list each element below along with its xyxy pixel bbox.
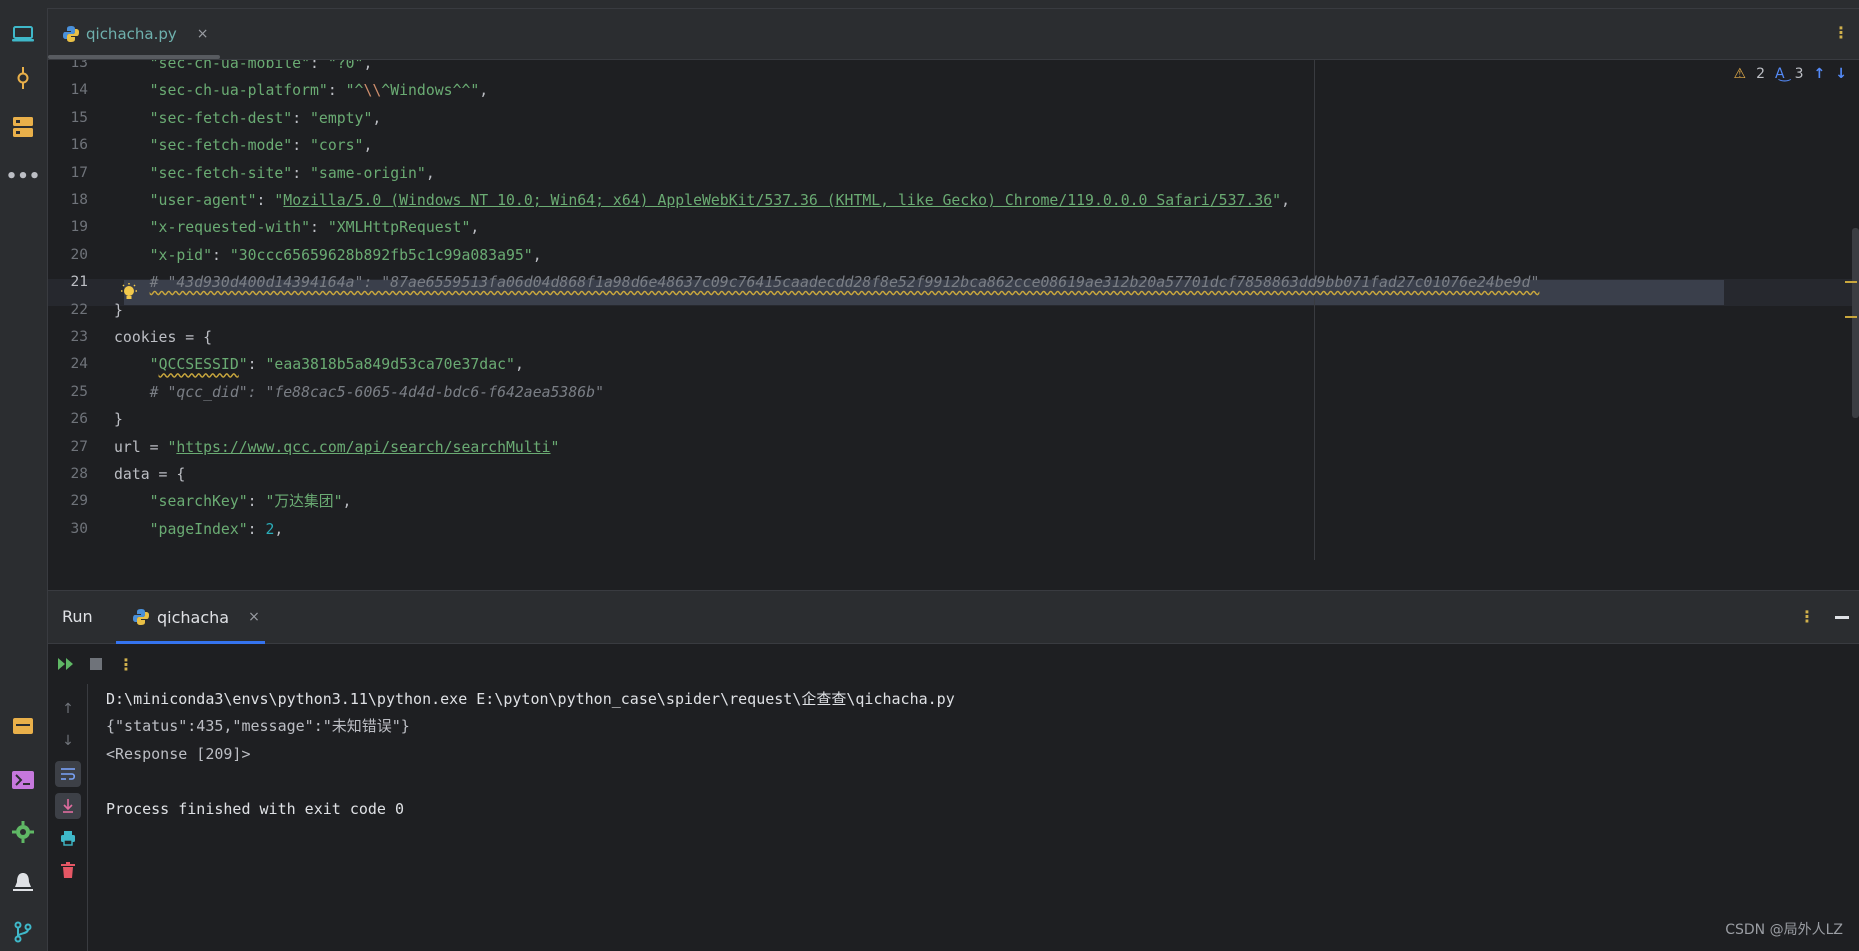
line-number[interactable]: 21 xyxy=(48,269,88,296)
run-options-menu-icon[interactable]: ⋮ xyxy=(1799,607,1815,626)
code-line[interactable]: "x-requested-with": "XMLHttpRequest", xyxy=(114,214,480,241)
console-line[interactable]: {"status":435,"message":"未知错误"} xyxy=(106,713,410,740)
git-branch-icon[interactable] xyxy=(9,918,37,946)
inspection-widget[interactable]: ⚠ 2 A͜ 3 ↑ ↓ xyxy=(1734,66,1847,82)
code-line[interactable]: "sec-ch-ua-platform": "^\\^Windows^^", xyxy=(114,77,489,104)
more-icon[interactable]: ••• xyxy=(6,162,41,190)
warning-icon: ⚠ xyxy=(1733,66,1747,82)
line-number[interactable]: 16 xyxy=(48,132,88,159)
python-file-icon xyxy=(133,609,149,625)
structure-icon[interactable] xyxy=(9,113,37,141)
typo-icon: A͜ xyxy=(1775,66,1785,82)
line-number[interactable]: 24 xyxy=(48,351,88,378)
line-number[interactable]: 13 xyxy=(48,60,88,77)
settings-icon[interactable] xyxy=(9,818,37,846)
right-margin-guide xyxy=(1314,60,1315,560)
line-number[interactable]: 18 xyxy=(48,187,88,214)
line-number[interactable]: 20 xyxy=(48,242,88,269)
notifications-icon[interactable] xyxy=(9,868,37,896)
run-tab-qichacha[interactable]: qichacha × xyxy=(132,604,260,630)
scroll-up-icon[interactable]: ↑ xyxy=(55,696,81,722)
commit-icon[interactable] xyxy=(9,64,37,92)
close-icon[interactable]: × xyxy=(197,26,209,42)
code-line[interactable]: "sec-ch-ua-mobile": "?0", xyxy=(114,60,373,77)
code-line[interactable]: "QCCSESSID": "eaa3818b5a849d53ca70e37dac… xyxy=(114,351,524,378)
code-line[interactable]: "sec-fetch-site": "same-origin", xyxy=(114,160,435,187)
next-highlight-icon[interactable]: ↓ xyxy=(1835,66,1847,82)
editor-tab-label: qichacha.py xyxy=(86,25,177,43)
clear-all-icon[interactable] xyxy=(55,857,81,883)
console-line[interactable]: Process finished with exit code 0 xyxy=(106,796,404,823)
lightbulb-icon[interactable] xyxy=(120,283,138,305)
services-icon[interactable] xyxy=(9,712,37,740)
console-line[interactable]: <Response [209]> xyxy=(106,741,251,768)
previous-highlight-icon[interactable]: ↑ xyxy=(1814,66,1826,82)
run-tool-window-title: Run xyxy=(62,607,93,626)
watermark: CSDN @局外人LZ xyxy=(1725,922,1843,938)
error-stripe-marker[interactable] xyxy=(1845,316,1857,318)
code-line[interactable]: } xyxy=(114,406,123,433)
line-number[interactable]: 27 xyxy=(48,434,88,461)
scroll-down-icon[interactable]: ↓ xyxy=(55,728,81,754)
code-line[interactable]: cookies = { xyxy=(114,324,212,351)
code-line[interactable]: "x-pid": "30ccc65659628b892fb5c1c99a083a… xyxy=(114,242,542,269)
typos-count: 3 xyxy=(1794,66,1804,82)
rerun-icon[interactable] xyxy=(54,652,78,676)
stop-icon[interactable] xyxy=(84,652,108,676)
run-toolbar: ⋮ xyxy=(48,644,1859,684)
tab-active-indicator xyxy=(48,55,220,59)
tool-window-bar: ••• xyxy=(0,8,48,951)
console-side-toolbar: ↑ ↓ xyxy=(48,684,88,951)
code-line[interactable]: data = { xyxy=(114,461,185,488)
code-line[interactable]: "searchKey": "万达集团", xyxy=(114,488,352,515)
line-number[interactable]: 14 xyxy=(48,77,88,104)
more-icon[interactable]: ⋮ xyxy=(114,652,138,676)
print-icon[interactable] xyxy=(55,825,81,851)
line-number[interactable]: 29 xyxy=(48,488,88,515)
code-line[interactable]: "user-agent": "Mozilla/5.0 (Windows NT 1… xyxy=(114,187,1290,214)
python-file-icon xyxy=(63,26,79,42)
line-number[interactable]: 19 xyxy=(48,214,88,241)
run-tool-window-header: Run qichacha × ⋮ xyxy=(48,591,1859,644)
run-console[interactable]: ↑ ↓ D:\miniconda3\envs\python3.11\python… xyxy=(48,684,1859,951)
code-editor[interactable]: 13 14 15 16 17 18 19 20 21 22 23 24 25 26 27 28 29 30 "se… xyxy=(48,60,1859,560)
terminal-icon[interactable] xyxy=(9,766,37,794)
minimize-icon[interactable] xyxy=(1835,616,1849,619)
title-bar xyxy=(0,0,1859,9)
code-line[interactable]: # "qcc_did": "fe88cac5-6065-4d4d-bdc6-f6… xyxy=(114,379,604,406)
run-tab-label: qichacha xyxy=(157,607,230,627)
line-number[interactable]: 25 xyxy=(48,379,88,406)
warnings-count: 2 xyxy=(1756,66,1766,82)
line-number[interactable]: 22 xyxy=(48,297,88,324)
close-icon[interactable]: × xyxy=(248,609,260,625)
code-line[interactable]: "pageIndex": 2, xyxy=(114,516,284,543)
code-line[interactable]: "sec-fetch-mode": "cors", xyxy=(114,132,373,159)
scroll-to-end-icon[interactable] xyxy=(55,793,81,819)
editor-tabs-menu-icon[interactable]: ⋮ xyxy=(1833,23,1849,42)
editor-tab-qichacha[interactable]: qichacha.py × xyxy=(62,21,208,47)
editor-bottom-spacer xyxy=(48,560,1859,591)
project-icon[interactable] xyxy=(9,20,37,48)
line-number[interactable]: 26 xyxy=(48,406,88,433)
line-number[interactable]: 28 xyxy=(48,461,88,488)
code-line[interactable]: # "43d930d400d14394164a": "87ae6559513fa… xyxy=(114,269,1540,296)
soft-wrap-icon[interactable] xyxy=(55,761,81,787)
code-line[interactable]: "sec-fetch-dest": "empty", xyxy=(114,105,382,132)
line-number[interactable]: 23 xyxy=(48,324,88,351)
line-number[interactable]: 15 xyxy=(48,105,88,132)
line-number-gutter[interactable]: 13 14 15 16 17 18 19 20 21 22 23 24 25 26 27 28 29 30 xyxy=(48,60,112,560)
line-number[interactable]: 30 xyxy=(48,516,88,543)
line-number[interactable]: 17 xyxy=(48,160,88,187)
editor-tab-bar: qichacha.py × ⋮ xyxy=(48,9,1859,60)
code-line[interactable]: url = "https://www.qcc.com/api/search/se… xyxy=(114,434,559,461)
error-stripe-marker[interactable] xyxy=(1845,281,1857,283)
editor-scrollbar-thumb[interactable] xyxy=(1852,228,1859,418)
console-line[interactable]: D:\miniconda3\envs\python3.11\python.exe… xyxy=(106,686,955,713)
